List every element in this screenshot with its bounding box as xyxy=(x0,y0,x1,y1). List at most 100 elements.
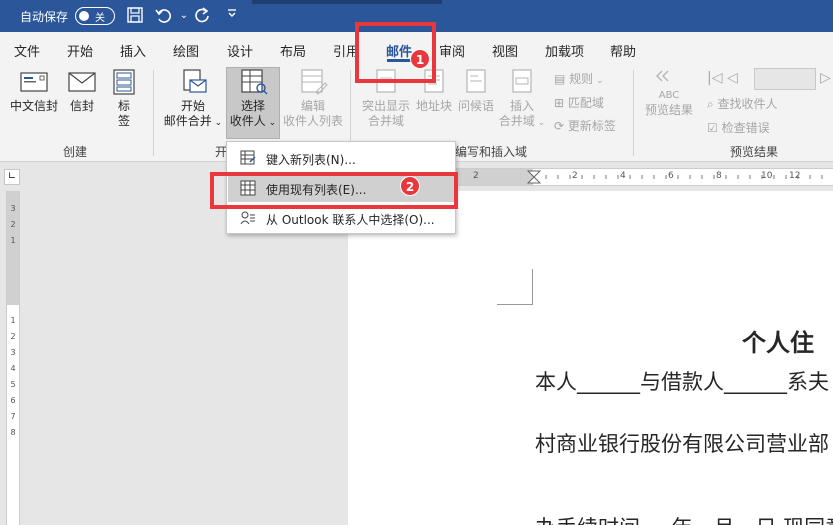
ruler-tick-label: 4 xyxy=(620,171,626,181)
ruler-tick-label: 2 xyxy=(10,220,16,229)
ruler-tick-label: 6 xyxy=(10,396,16,405)
tab-view[interactable]: 视图 xyxy=(492,41,518,60)
contacts-icon xyxy=(240,211,255,225)
find-recipient-button[interactable]: ⌕ 查找收件人 xyxy=(707,95,778,112)
tab-draw[interactable]: 绘图 xyxy=(173,41,199,60)
preview-arrows-icon xyxy=(656,70,669,82)
labels-button[interactable]: 标 签 xyxy=(106,68,142,129)
match-fields-button[interactable]: ⊞ 匹配域 xyxy=(554,94,604,111)
first-line-indent-marker[interactable] xyxy=(526,170,542,178)
labels-icon xyxy=(113,69,135,95)
tab-insert[interactable]: 插入 xyxy=(120,41,146,60)
select-recipients-line2: 收件人 xyxy=(229,114,266,128)
update-labels-button[interactable]: ⟳ 更新标签 xyxy=(554,117,616,134)
group-separator xyxy=(633,70,634,156)
customize-qat-icon[interactable] xyxy=(222,6,242,26)
check-errors-label: 检查错误 xyxy=(721,121,770,135)
update-labels-label: 更新标签 xyxy=(567,119,616,133)
insert-merge-field-line1: 插入 xyxy=(509,99,534,113)
match-fields-label: 匹配域 xyxy=(567,96,604,110)
tab-home[interactable]: 开始 xyxy=(67,41,93,60)
rules-button[interactable]: ▤ 规则 ⌄ xyxy=(554,70,604,87)
greeting-line-icon xyxy=(466,69,486,93)
chinese-envelope-icon xyxy=(20,72,48,92)
chevron-down-icon: ⌄ xyxy=(265,118,277,128)
chinese-envelope-label: 中文信封 xyxy=(9,99,58,113)
ruler-tick-label: 8 xyxy=(716,171,722,181)
vertical-ruler[interactable]: 3 2 1 1 2 3 4 5 6 7 8 xyxy=(6,191,20,525)
next-record-icon[interactable]: ▷ xyxy=(820,70,831,86)
insert-merge-field-button[interactable]: 插入 合并域 ⌄ xyxy=(496,68,548,131)
undo-dropdown-icon[interactable]: ⌄ xyxy=(174,6,194,26)
envelopes-button[interactable]: 信封 xyxy=(64,68,100,114)
tab-file[interactable]: 文件 xyxy=(14,41,40,60)
ruler-tick-label: 6 xyxy=(668,171,674,181)
preview-results-button[interactable]: ABC 预览结果 xyxy=(640,68,698,118)
menu-item-label: 键入新列表(N)... xyxy=(266,153,356,167)
tab-selector[interactable]: ∟ xyxy=(4,169,20,185)
ruler-tick-label: 3 xyxy=(10,204,16,213)
tab-help[interactable]: 帮助 xyxy=(610,41,636,60)
labels-label-line1: 标 xyxy=(117,99,130,113)
address-block-label: 地址块 xyxy=(415,99,452,113)
ruler-tick-label: 10 xyxy=(761,171,773,181)
ruler-tick-label: 2 xyxy=(10,332,16,341)
start-mail-merge-button[interactable]: 开始 邮件合并 ⌄ xyxy=(160,68,226,131)
redo-icon[interactable] xyxy=(193,6,213,26)
autosave-toggle[interactable]: 关 xyxy=(75,7,115,25)
hanging-indent-marker[interactable] xyxy=(526,176,542,184)
title-strip xyxy=(252,0,442,4)
tab-addins[interactable]: 加载项 xyxy=(545,41,584,60)
check-errors-icon: ☑ xyxy=(707,121,722,135)
autosave-state: 关 xyxy=(95,13,105,24)
document-line-3: 办手续时间___年__月__日,现同意 xyxy=(535,512,833,525)
preview-results-label: 预览结果 xyxy=(644,103,693,117)
insert-merge-field-line2: 合并域 xyxy=(498,114,535,128)
record-navigation: |◁ ◁ xyxy=(707,70,738,86)
select-recipients-icon xyxy=(241,69,268,95)
tab-review[interactable]: 审阅 xyxy=(439,41,465,60)
update-labels-icon: ⟳ xyxy=(554,119,568,133)
chevron-down-icon: ⌄ xyxy=(593,76,604,86)
select-recipients-button[interactable]: 选择 收件人 ⌄ xyxy=(226,68,280,131)
chevron-down-icon: ⌄ xyxy=(534,118,546,128)
document-line-2: 村商业银行股份有限公司营业部 xyxy=(535,432,829,456)
menu-item-type-new-list[interactable]: 键入新列表(N)... xyxy=(228,144,456,172)
find-recipient-icon: ⌕ xyxy=(707,97,718,111)
first-record-icon[interactable]: |◁ xyxy=(707,70,722,86)
rules-icon: ▤ xyxy=(554,72,570,86)
greeting-line-button[interactable]: 问候语 xyxy=(455,68,497,114)
start-mail-merge-icon xyxy=(183,69,207,93)
edit-recipient-list-line1: 编辑 xyxy=(300,99,325,113)
insert-merge-field-icon xyxy=(512,69,532,93)
labels-label-line2: 签 xyxy=(117,114,130,128)
undo-icon[interactable] xyxy=(153,6,173,26)
highlight-line1: 突出显示 xyxy=(361,99,410,113)
document-page[interactable] xyxy=(348,191,833,525)
start-mail-merge-line1: 开始 xyxy=(180,99,205,113)
ruler-tick-label: 3 xyxy=(10,348,16,357)
start-mail-merge-line2: 邮件合并 xyxy=(163,114,212,128)
tab-layout[interactable]: 布局 xyxy=(280,41,306,60)
document-title: 个人住 xyxy=(742,329,814,357)
previous-record-icon[interactable]: ◁ xyxy=(727,70,738,86)
check-errors-button[interactable]: ☑ 检查错误 xyxy=(707,119,770,136)
ruler-tick-label: 5 xyxy=(10,380,16,389)
margin-corner-mark xyxy=(497,269,533,305)
annotation-badge-1: 1 xyxy=(410,49,430,69)
group-separator xyxy=(153,70,154,156)
ruler-tick-label: 1 xyxy=(10,236,16,245)
group-label-write-insert: 编写和插入域 xyxy=(455,145,528,159)
chinese-envelope-button[interactable]: 中文信封 xyxy=(8,68,60,114)
edit-recipient-list-line2: 收件人列表 xyxy=(282,114,343,128)
greeting-line-label: 问候语 xyxy=(457,99,494,113)
toggle-knob xyxy=(79,11,89,21)
ruler-tick-label: 12 xyxy=(789,171,801,181)
ruler-tick-label: 7 xyxy=(10,412,16,421)
record-number-input[interactable] xyxy=(754,68,816,90)
ruler-tick-label: 8 xyxy=(10,428,16,437)
edit-recipient-list-button[interactable]: 编辑 收件人列表 xyxy=(282,68,344,129)
tab-design[interactable]: 设计 xyxy=(227,41,253,60)
annotation-badge-2: 2 xyxy=(400,176,420,196)
save-icon[interactable] xyxy=(125,6,145,26)
